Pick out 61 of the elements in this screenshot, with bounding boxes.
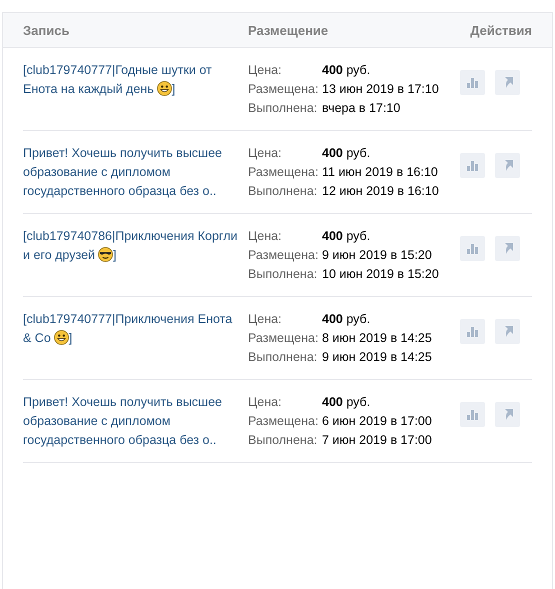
post-link[interactable]: [club179740786|Приключения Коргли и его друзей ] [23, 227, 238, 284]
detail-label: Цена: [248, 228, 283, 245]
date-value: 8 июн 2019 в 14:25 [322, 330, 433, 347]
price-value: 400 руб. [322, 62, 372, 79]
share-button[interactable] [495, 236, 520, 261]
price-value: 400 руб. [322, 145, 372, 162]
detail-label: Цена: [248, 145, 283, 162]
column-header: Размещение [248, 22, 330, 38]
statistics-button[interactable] [460, 402, 485, 427]
post-link[interactable]: Привет! Хочешь получить высшее образование с дипломом государственного образца без о.. [23, 144, 238, 201]
detail-label: Цена: [248, 311, 283, 328]
share-button[interactable] [495, 319, 520, 344]
detail-label: Выполнена: [248, 266, 318, 283]
share-arrow-icon [502, 243, 512, 254]
price-value: 400 руб. [322, 311, 372, 328]
share-button[interactable] [495, 70, 520, 95]
sunglasses-emoji-icon [98, 247, 113, 262]
date-value: 7 июн 2019 в 17:00 [322, 432, 433, 449]
bar-chart-icon [467, 410, 478, 420]
detail-label: Цена: [248, 394, 283, 411]
price-value: 400 руб. [322, 228, 372, 245]
grinning-emoji-icon [156, 81, 172, 96]
statistics-button[interactable] [460, 236, 485, 261]
detail-label: Размещена: [248, 164, 320, 181]
detail-label: Выполнена: [248, 349, 318, 366]
detail-label: Выполнена: [248, 432, 318, 449]
column-header: Запись [23, 22, 70, 38]
detail-label: Выполнена: [248, 183, 318, 200]
detail-label: Выполнена: [248, 100, 318, 117]
bar-chart-icon [467, 78, 478, 88]
price-value: 400 руб. [322, 394, 372, 411]
date-value: 9 июн 2019 в 15:20 [322, 247, 433, 264]
share-arrow-icon [502, 77, 512, 88]
share-button[interactable] [495, 402, 520, 427]
detail-label: Размещена: [248, 330, 320, 347]
post-link[interactable]: [club179740777|Приключения Енота & Co ] [23, 310, 238, 367]
share-button[interactable] [495, 153, 520, 178]
statistics-button[interactable] [460, 153, 485, 178]
post-link[interactable]: [club179740777|Годные шутки от Енота на каждый день ] [23, 61, 238, 118]
detail-label: Размещена: [248, 413, 320, 430]
statistics-button[interactable] [460, 319, 485, 344]
detail-label: Размещена: [248, 81, 320, 98]
post-link[interactable]: Привет! Хочешь получить высшее образование с дипломом государственного образца без о.. [23, 393, 238, 450]
bar-chart-icon [467, 160, 478, 170]
detail-label: Размещена: [248, 247, 320, 264]
detail-label: Цена: [248, 62, 283, 79]
date-value: 12 июн 2019 в 16:10 [322, 183, 440, 200]
statistics-button[interactable] [460, 70, 485, 95]
date-value: 11 июн 2019 в 16:10 [322, 164, 439, 181]
share-arrow-icon [502, 409, 512, 420]
share-arrow-icon [502, 326, 512, 337]
date-value: 9 июн 2019 в 14:25 [322, 349, 433, 366]
share-arrow-icon [502, 160, 512, 171]
date-value: вчера в 17:10 [322, 100, 402, 117]
bar-chart-icon [467, 244, 478, 254]
date-value: 6 июн 2019 в 17:00 [322, 413, 433, 430]
bar-chart-icon [467, 326, 478, 336]
date-value: 10 июн 2019 в 15:20 [322, 266, 440, 283]
column-header: Действия [470, 22, 532, 38]
date-value: 13 июн 2019 в 17:10 [322, 81, 440, 98]
grinning-emoji-icon [54, 330, 69, 345]
